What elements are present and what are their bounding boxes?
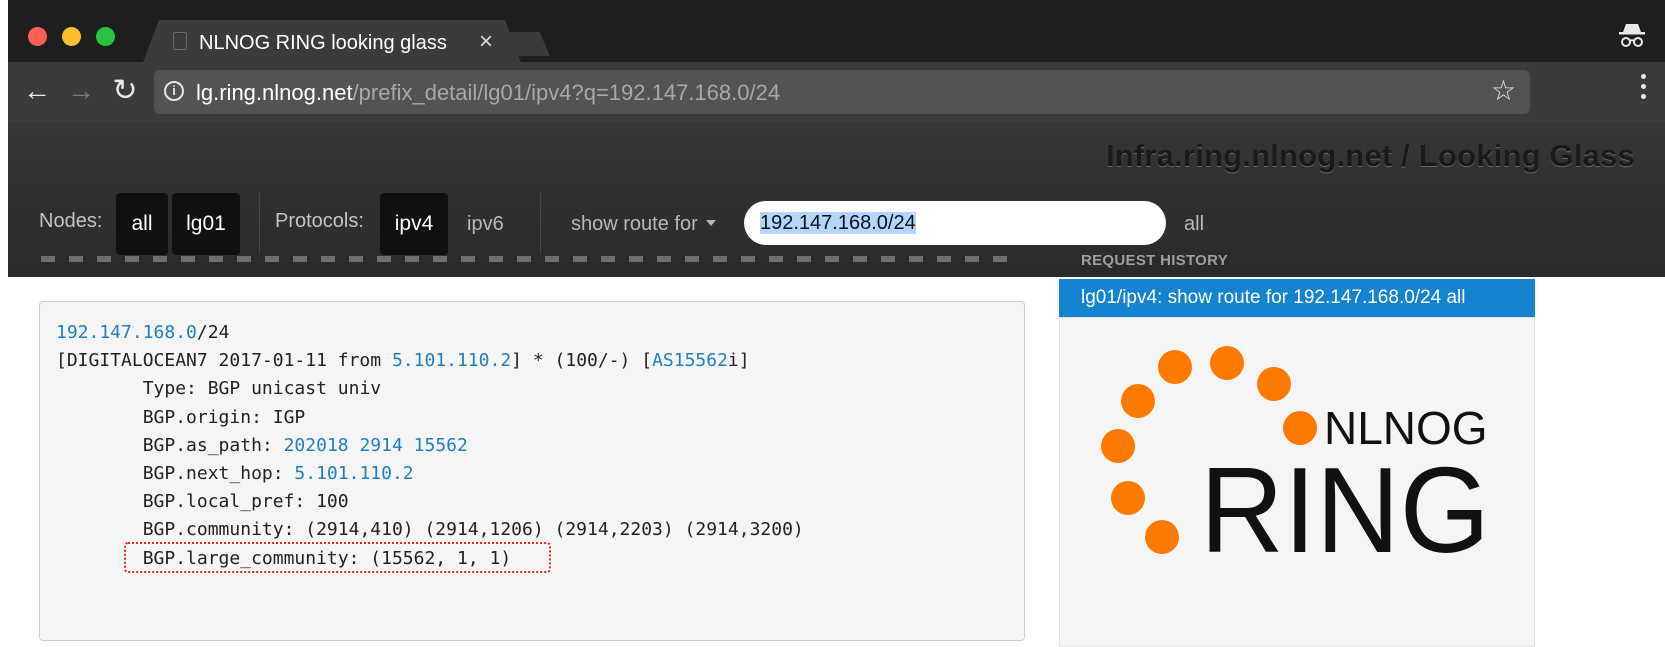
node-lg01-button[interactable]: lg01: [172, 193, 240, 255]
url-text[interactable]: lg.ring.nlnog.net/prefix_detail/lg01/ipv…: [196, 80, 780, 106]
route-output: 192.147.168.0/24 [DIGITALOCEAN7 2017-01-…: [56, 319, 804, 573]
command-select-label: show route for: [571, 213, 698, 235]
bgp-local-pref: BGP.local_pref: 100: [142, 491, 349, 513]
protocols-label: Protocols:: [275, 210, 364, 232]
prefix-length: /24: [196, 322, 230, 343]
navbar-divider: [259, 192, 260, 254]
bgp-as-path-label: BGP.as_path:: [142, 434, 284, 456]
browser-tab-active[interactable]: NLNOG RING looking glass ×: [143, 20, 521, 62]
logo-text-ring: RING: [1200, 442, 1490, 578]
next-hop-link[interactable]: 5.101.110.2: [294, 463, 413, 484]
page-title-partial: [41, 254, 1031, 264]
chevron-down-icon: [705, 219, 716, 226]
minimize-window-button[interactable]: [62, 27, 81, 46]
bgp-origin: BGP.origin: IGP: [142, 406, 306, 428]
query-scope-all[interactable]: all: [1184, 213, 1204, 236]
protocol-ipv4-button[interactable]: ipv4: [380, 193, 448, 255]
bgp-next-hop-label: BGP.next_hop:: [142, 463, 295, 485]
as-path-link[interactable]: 15562: [414, 435, 468, 456]
address-bar[interactable]: i lg.ring.nlnog.net/prefix_detail/lg01/i…: [154, 70, 1530, 114]
tab-close-icon[interactable]: ×: [479, 28, 493, 56]
nlnog-ring-logo: NLNOG RING: [1101, 346, 1490, 578]
from-ip-link[interactable]: 5.101.110.2: [392, 350, 511, 371]
route-result-panel: 192.147.168.0/24 [DIGITALOCEAN7 2017-01-…: [39, 301, 1025, 641]
route-header-close: i]: [727, 350, 750, 372]
forward-arrow-icon[interactable]: →: [64, 74, 98, 108]
incognito-icon: [1619, 24, 1645, 47]
back-arrow-icon[interactable]: ←: [20, 74, 54, 108]
request-history-heading: REQUEST HISTORY: [1081, 252, 1229, 269]
route-header-mid: ] * (100/-) [: [511, 350, 653, 372]
query-input[interactable]: 192.147.168.0/24: [744, 201, 1166, 245]
bookmark-star-icon[interactable]: ☆: [1491, 74, 1516, 107]
url-path: /prefix_detail/lg01/ipv4?q=192.147.168.0…: [352, 80, 781, 105]
browser-toolbar: ← → ↻ i lg.ring.nlnog.net/prefix_detail/…: [8, 62, 1665, 122]
query-input-value: 192.147.168.0/24: [760, 212, 916, 234]
command-select[interactable]: show route for: [571, 213, 716, 236]
history-item[interactable]: lg01/ipv4: show route for 192.147.168.0/…: [1059, 279, 1535, 317]
navbar-divider: [540, 192, 541, 254]
as-path-link[interactable]: 202018: [284, 435, 349, 456]
route-header-open: [DIGITALOCEAN7 2017-01-11 from: [56, 350, 392, 372]
browser-menu-icon[interactable]: [1641, 74, 1647, 108]
route-type: Type: BGP unicast univ: [142, 378, 382, 400]
site-brand[interactable]: Infra.ring.nlnog.net / Looking Glass: [1106, 138, 1635, 174]
as-path-link[interactable]: 2914: [359, 435, 402, 456]
as-link[interactable]: AS15562: [652, 350, 728, 371]
logo-panel: NLNOG RING: [1059, 317, 1535, 647]
info-icon[interactable]: i: [164, 81, 184, 101]
bgp-community: BGP.community: (2914,410) (2914,1206) (2…: [142, 519, 804, 541]
browser-window: NLNOG RING looking glass × ← → ↻ i lg.ri…: [8, 0, 1665, 277]
url-host: lg.ring.nlnog.net: [196, 80, 353, 105]
nodes-label: Nodes:: [39, 210, 103, 232]
node-all-button[interactable]: all: [116, 193, 168, 255]
protocol-ipv6-button[interactable]: ipv6: [467, 213, 504, 236]
tab-title: NLNOG RING looking glass: [199, 32, 447, 54]
maximize-window-button[interactable]: [96, 27, 115, 46]
reload-icon[interactable]: ↻: [108, 74, 142, 108]
page-document-icon: [173, 32, 187, 50]
prefix-link[interactable]: 192.147.168.0: [56, 322, 197, 343]
tab-bar: NLNOG RING looking glass ×: [8, 0, 1665, 62]
close-window-button[interactable]: [28, 27, 47, 46]
large-community-highlight: [124, 542, 551, 573]
